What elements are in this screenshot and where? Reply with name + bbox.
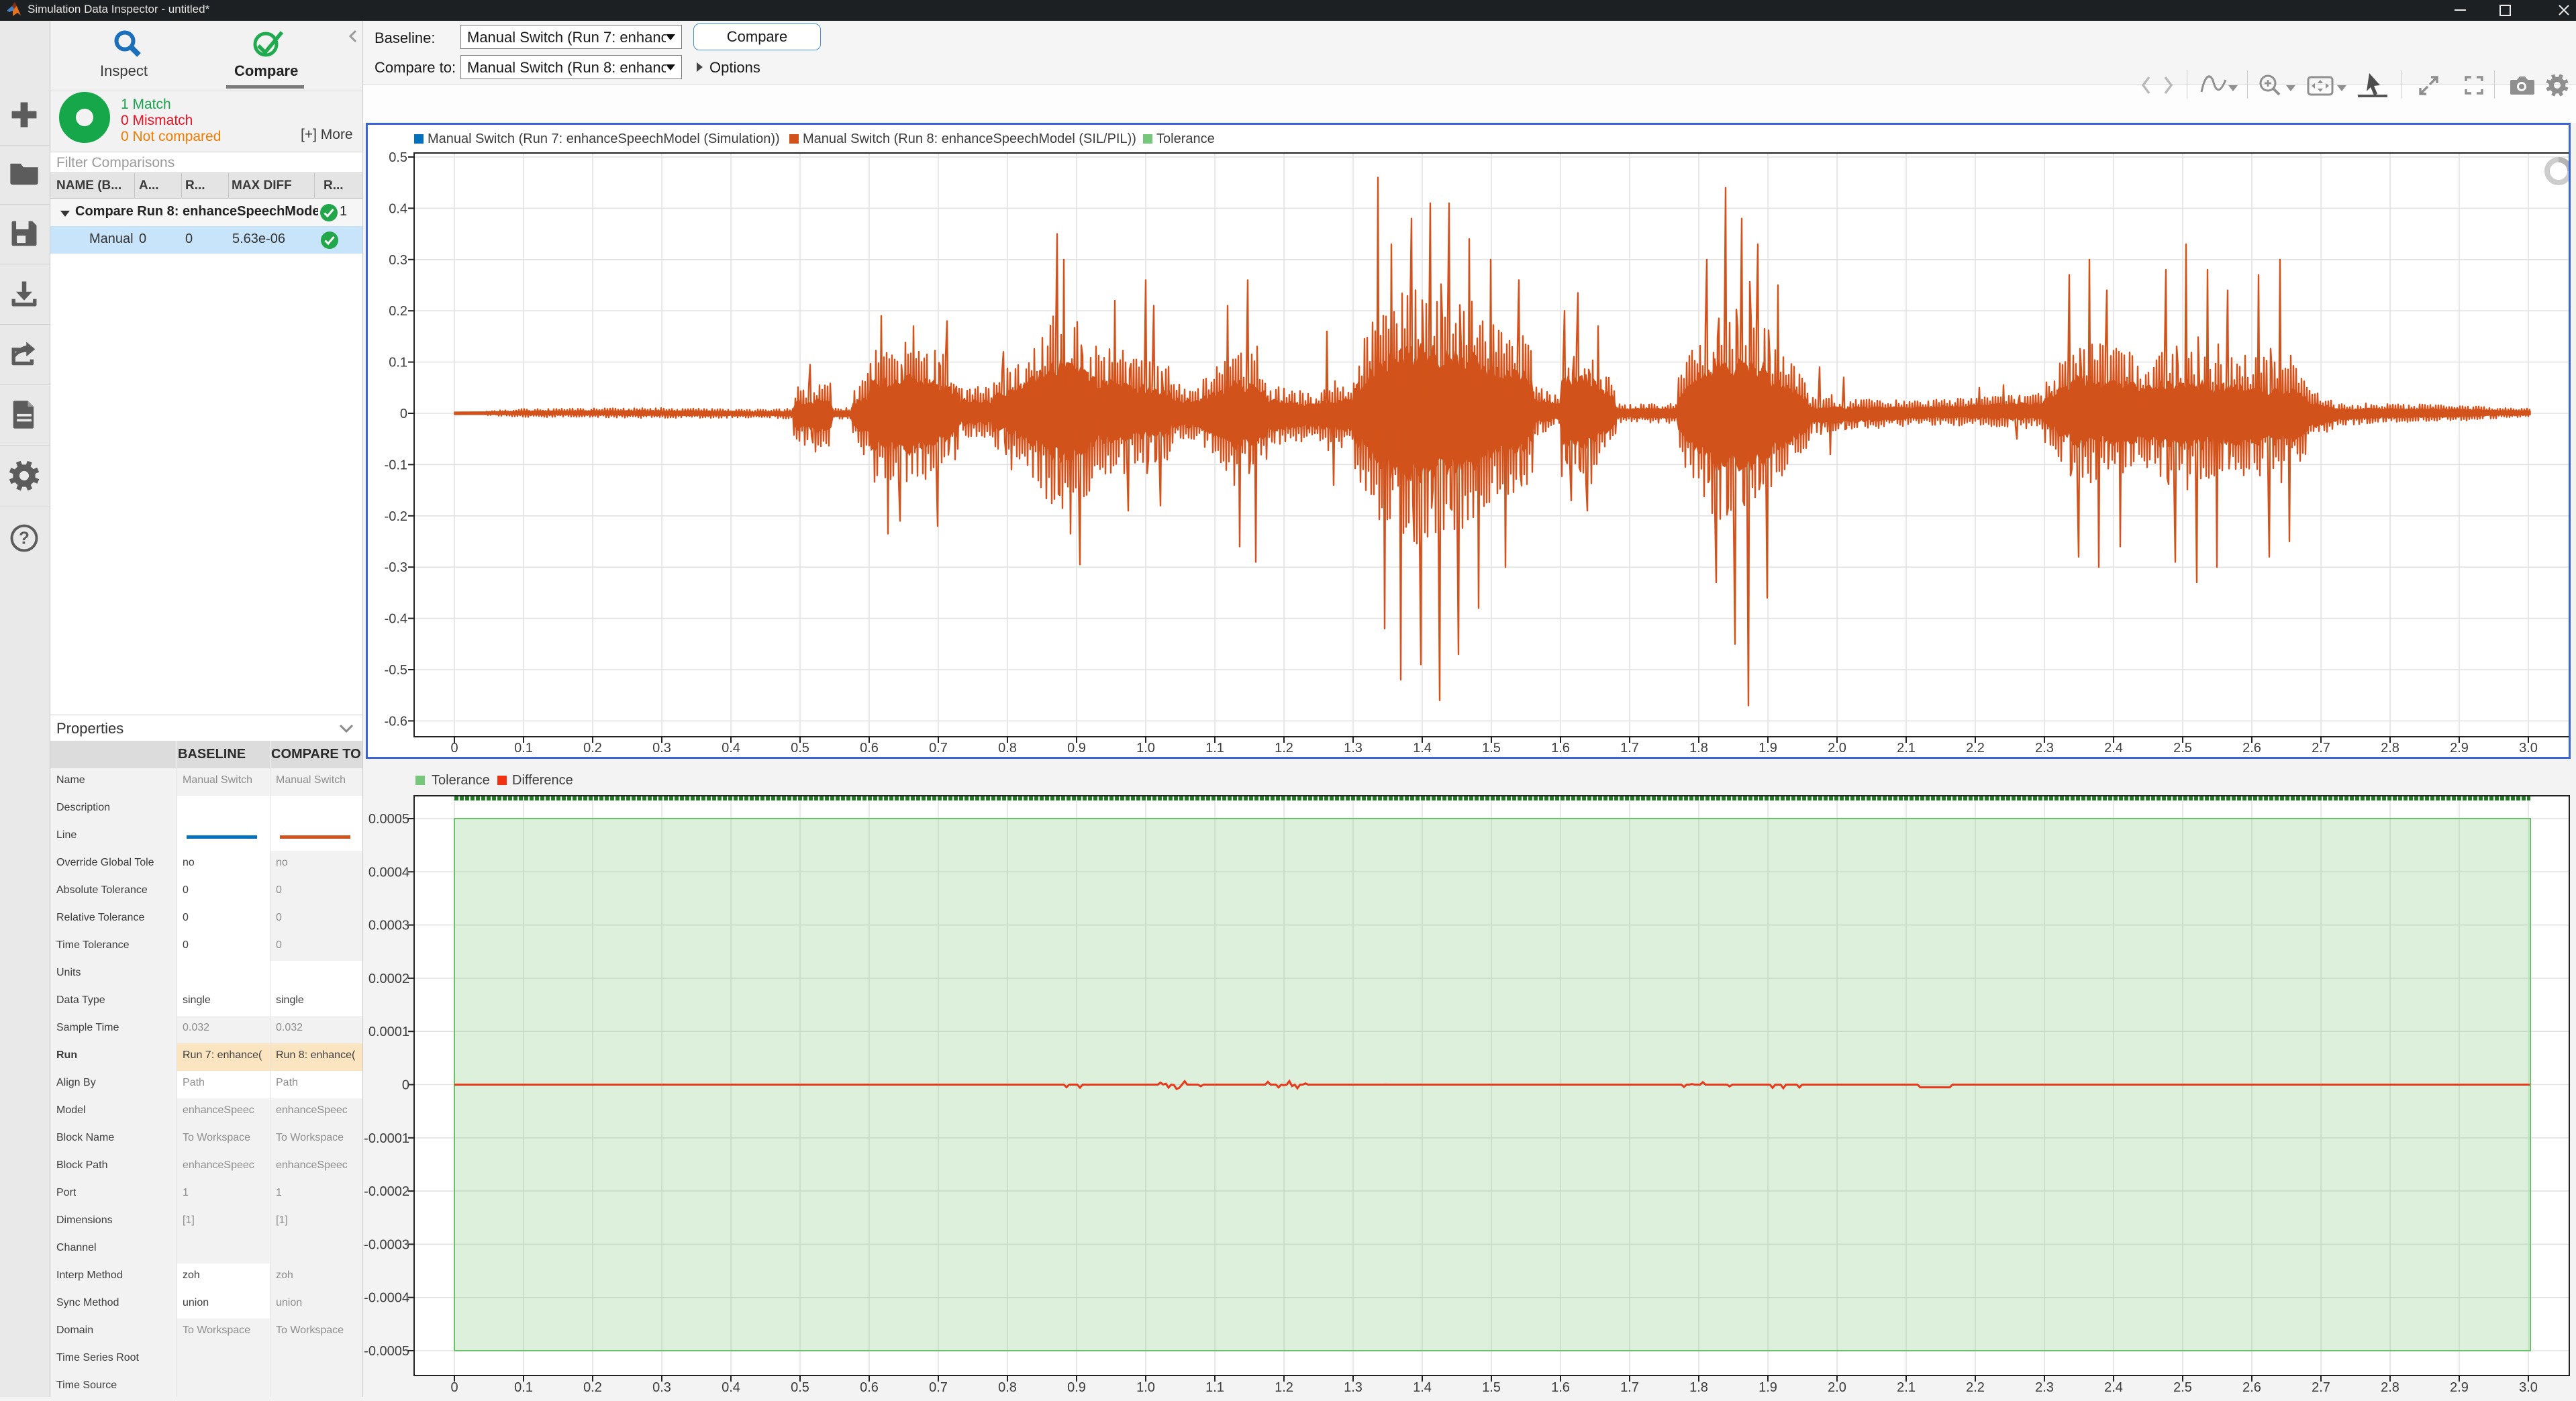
svg-text:1.7: 1.7 <box>1620 741 1639 756</box>
svg-text:2.9: 2.9 <box>2450 741 2469 756</box>
svg-text:2.8: 2.8 <box>2381 1380 2399 1395</box>
svg-text:-0.0002: -0.0002 <box>364 1184 409 1199</box>
svg-text:-0.1: -0.1 <box>385 458 407 472</box>
svg-text:0.0004: 0.0004 <box>368 865 409 880</box>
svg-text:1.9: 1.9 <box>1758 741 1777 756</box>
svg-text:0.5: 0.5 <box>791 1380 809 1395</box>
svg-text:0.3: 0.3 <box>652 741 671 756</box>
svg-text:2.8: 2.8 <box>2381 741 2399 756</box>
svg-text:1.8: 1.8 <box>1689 741 1708 756</box>
svg-text:1.5: 1.5 <box>1482 1380 1501 1395</box>
svg-text:0.4: 0.4 <box>722 741 740 756</box>
svg-text:Manual Switch (Run 7: enhanceS: Manual Switch (Run 7: enhanceSpeechModel… <box>428 132 780 146</box>
svg-text:2.9: 2.9 <box>2450 1380 2469 1395</box>
svg-text:2.4: 2.4 <box>2104 1380 2123 1395</box>
svg-text:2.1: 2.1 <box>1897 1380 1916 1395</box>
svg-text:1.1: 1.1 <box>1205 1380 1224 1395</box>
svg-text:-0.0003: -0.0003 <box>364 1237 409 1252</box>
svg-text:0: 0 <box>450 1380 458 1395</box>
svg-text:2.5: 2.5 <box>2173 1380 2192 1395</box>
svg-text:1.0: 1.0 <box>1136 741 1155 756</box>
svg-text:0.4: 0.4 <box>389 201 407 216</box>
svg-text:1.4: 1.4 <box>1413 741 1432 756</box>
svg-text:0.7: 0.7 <box>929 741 948 756</box>
svg-text:Manual Switch (Run 8: enhanceS: Manual Switch (Run 8: enhanceSpeechModel… <box>803 132 1136 146</box>
svg-text:0.7: 0.7 <box>929 1380 948 1395</box>
svg-text:2.7: 2.7 <box>2312 741 2330 756</box>
svg-text:0.1: 0.1 <box>389 356 407 370</box>
svg-text:0.4: 0.4 <box>722 1380 740 1395</box>
svg-text:2.7: 2.7 <box>2312 1380 2330 1395</box>
svg-text:0: 0 <box>402 1078 409 1093</box>
svg-text:0.0002: 0.0002 <box>368 972 409 986</box>
svg-text:2.1: 2.1 <box>1897 741 1916 756</box>
svg-text:0.2: 0.2 <box>583 741 602 756</box>
svg-text:Difference: Difference <box>512 773 573 788</box>
svg-text:-0.2: -0.2 <box>385 509 407 524</box>
svg-text:1.6: 1.6 <box>1551 1380 1570 1395</box>
svg-text:-0.0005: -0.0005 <box>364 1344 409 1359</box>
svg-text:2.3: 2.3 <box>2035 741 2054 756</box>
svg-text:0.6: 0.6 <box>860 1380 879 1395</box>
svg-text:1.2: 1.2 <box>1275 741 1293 756</box>
svg-text:1.4: 1.4 <box>1413 1380 1432 1395</box>
svg-text:-0.0001: -0.0001 <box>364 1131 409 1146</box>
svg-text:-0.0004: -0.0004 <box>364 1291 409 1306</box>
svg-text:1.6: 1.6 <box>1551 741 1570 756</box>
svg-text:-0.4: -0.4 <box>385 612 407 627</box>
svg-text:2.4: 2.4 <box>2104 741 2123 756</box>
svg-text:0.1: 0.1 <box>514 741 533 756</box>
svg-text:2.5: 2.5 <box>2173 741 2192 756</box>
svg-text:0.5: 0.5 <box>389 150 407 165</box>
svg-text:0.0003: 0.0003 <box>368 919 409 933</box>
svg-text:-0.5: -0.5 <box>385 663 407 678</box>
svg-text:2.0: 2.0 <box>1828 1380 1846 1395</box>
svg-text:1.0: 1.0 <box>1136 1380 1155 1395</box>
svg-text:?: ? <box>19 528 30 548</box>
svg-text:1.2: 1.2 <box>1275 1380 1293 1395</box>
svg-text:1.3: 1.3 <box>1344 1380 1363 1395</box>
svg-text:1.5: 1.5 <box>1482 741 1501 756</box>
svg-text:0.0005: 0.0005 <box>368 812 409 827</box>
svg-text:0.0001: 0.0001 <box>368 1025 409 1039</box>
svg-text:0.2: 0.2 <box>583 1380 602 1395</box>
svg-text:3.0: 3.0 <box>2519 741 2538 756</box>
svg-text:-0.3: -0.3 <box>385 560 407 575</box>
svg-text:2.2: 2.2 <box>1966 741 1985 756</box>
svg-text:1.9: 1.9 <box>1758 1380 1777 1395</box>
svg-text:0.6: 0.6 <box>860 741 879 756</box>
svg-text:2.0: 2.0 <box>1828 741 1846 756</box>
svg-text:Tolerance: Tolerance <box>1156 132 1215 146</box>
svg-text:0: 0 <box>450 741 458 756</box>
svg-text:-0.6: -0.6 <box>385 714 407 729</box>
svg-text:2.2: 2.2 <box>1966 1380 1985 1395</box>
svg-text:0.3: 0.3 <box>652 1380 671 1395</box>
svg-text:3.0: 3.0 <box>2519 1380 2538 1395</box>
svg-text:1.8: 1.8 <box>1689 1380 1708 1395</box>
svg-text:2.6: 2.6 <box>2242 1380 2261 1395</box>
svg-text:0.9: 0.9 <box>1067 1380 1086 1395</box>
svg-text:0.3: 0.3 <box>389 253 407 268</box>
svg-text:0.9: 0.9 <box>1067 741 1086 756</box>
svg-text:2.3: 2.3 <box>2035 1380 2054 1395</box>
svg-text:0: 0 <box>400 407 407 421</box>
svg-text:1.1: 1.1 <box>1205 741 1224 756</box>
svg-text:2.6: 2.6 <box>2242 741 2261 756</box>
svg-text:0.8: 0.8 <box>998 1380 1017 1395</box>
svg-text:1.7: 1.7 <box>1620 1380 1639 1395</box>
svg-text:Tolerance: Tolerance <box>432 773 490 788</box>
svg-text:0.2: 0.2 <box>389 304 407 319</box>
svg-text:1.3: 1.3 <box>1344 741 1363 756</box>
svg-text:0.5: 0.5 <box>791 741 809 756</box>
svg-text:0.1: 0.1 <box>514 1380 533 1395</box>
svg-text:0.8: 0.8 <box>998 741 1017 756</box>
